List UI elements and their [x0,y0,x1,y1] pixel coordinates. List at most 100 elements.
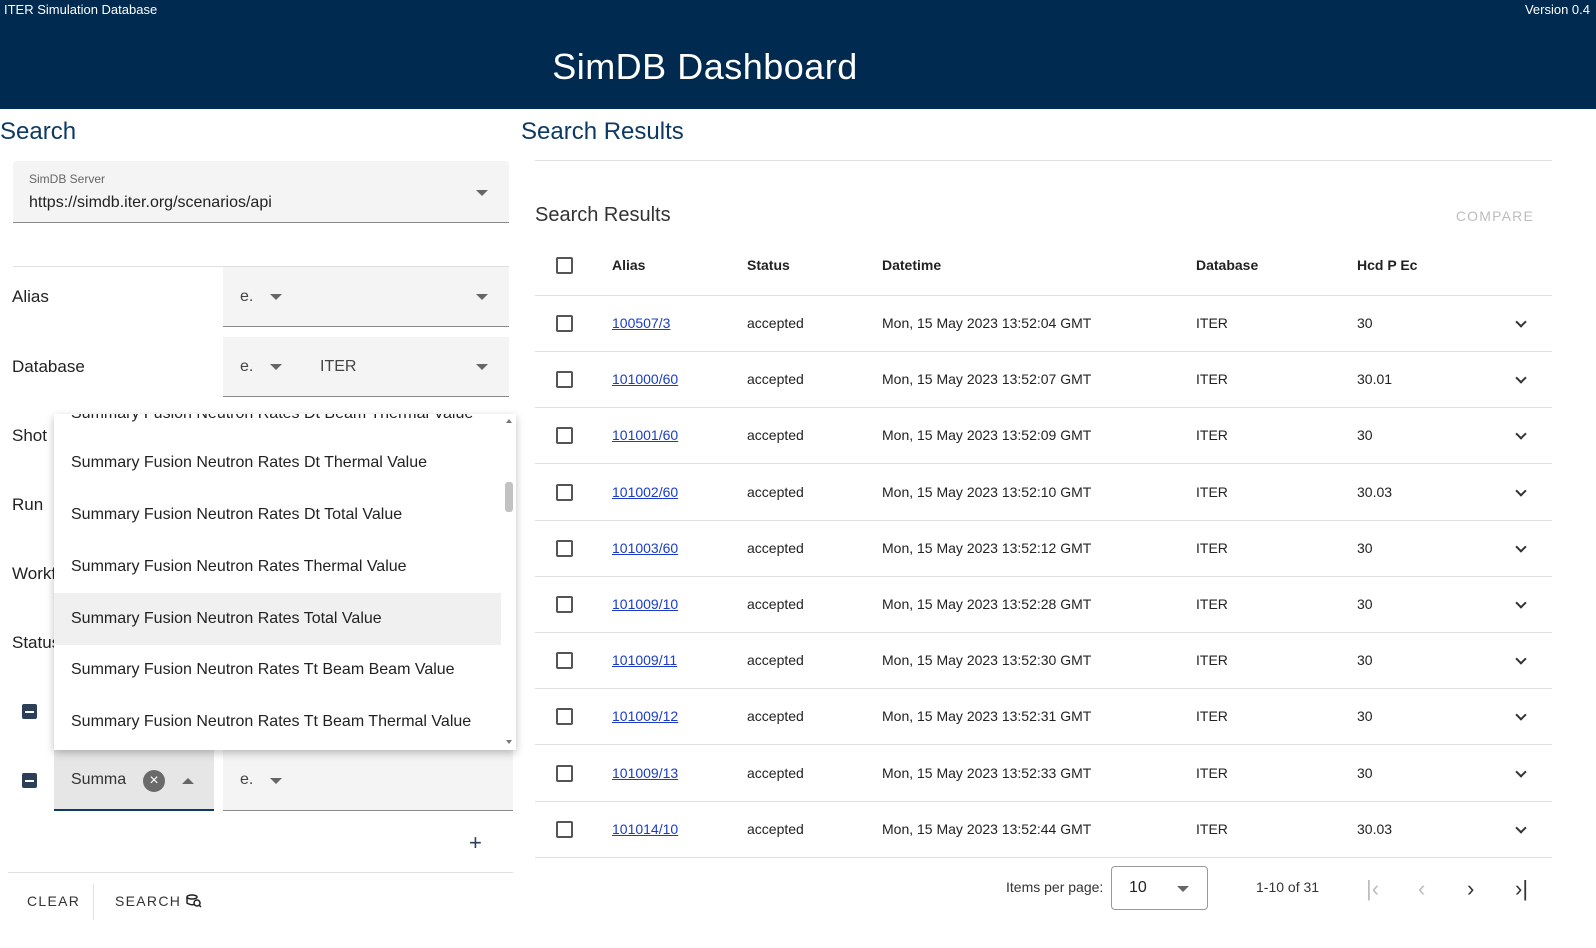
custom-field-operator[interactable]: e. [240,771,253,789]
scroll-thumb[interactable] [505,482,513,512]
status-cell: accepted [747,484,804,500]
row-checkbox[interactable] [556,596,573,613]
row-checkbox[interactable] [556,540,573,557]
clear-button[interactable]: CLEAR [27,893,80,909]
expand-chevron-icon[interactable] [1515,372,1527,384]
table-row[interactable]: 101009/11 accepted Mon, 15 May 2023 13:52:… [535,633,1552,689]
table-row[interactable]: 100507/3 accepted Mon, 15 May 2023 13:52:0… [535,296,1552,352]
chevron-down-icon[interactable] [476,364,488,370]
expand-chevron-icon[interactable] [1515,653,1527,665]
alias-filter: e. [223,267,509,327]
expand-chevron-icon[interactable] [1515,766,1527,778]
table-row[interactable]: 101003/60 accepted Mon, 15 May 2023 13:52:… [535,521,1552,577]
table-row[interactable]: 101009/12 accepted Mon, 15 May 2023 13:52:… [535,689,1552,745]
first-page-icon[interactable]: |‹ [1366,876,1379,902]
dropdown-option[interactable]: Summary Fusion Neutron Rates Tt Beam Bea… [54,644,501,696]
chevron-down-icon[interactable] [270,294,282,300]
chevron-down-icon[interactable] [476,294,488,300]
status-cell: accepted [747,821,804,837]
row-checkbox[interactable] [556,652,573,669]
dropdown-option[interactable]: Summary Fusion Neutron Rates Dt Thermal … [54,437,501,489]
results-card-title: Search Results [535,204,671,226]
database-operator[interactable]: e. [240,358,253,376]
expand-chevron-icon[interactable] [1515,709,1527,721]
row-checkbox[interactable] [556,484,573,501]
alias-link[interactable]: 101009/12 [612,708,678,724]
org-name: ITER Simulation Database [4,2,158,17]
alias-link[interactable]: 101014/10 [612,821,678,837]
table-row[interactable]: 101014/10 accepted Mon, 15 May 2023 13:52:… [535,802,1552,858]
database-cell: ITER [1196,652,1228,668]
database-value[interactable]: ITER [320,358,356,376]
alias-cell: 101000/60 [612,371,678,387]
dropdown-scrollbar[interactable] [502,414,516,750]
database-cell: ITER [1196,821,1228,837]
database-cell: ITER [1196,765,1228,781]
custom-field-input[interactable]: Summa × [54,750,214,811]
datetime-cell: Mon, 15 May 2023 13:52:10 GMT [882,484,1092,500]
expand-chevron-icon[interactable] [1515,485,1527,497]
search-button-label: SEARCH [115,893,182,909]
items-per-page-select[interactable]: 10 [1111,866,1208,910]
alias-link[interactable]: 101000/60 [612,371,678,387]
remove-filter-icon[interactable] [22,773,37,788]
clear-icon[interactable]: × [143,770,165,792]
expand-chevron-icon[interactable] [1515,541,1527,553]
expand-chevron-icon[interactable] [1515,428,1527,440]
column-header[interactable]: Datetime [882,257,941,273]
server-select[interactable]: SimDB Server https://simdb.iter.org/scen… [13,161,509,223]
table-row[interactable]: 101000/60 accepted Mon, 15 May 2023 13:52:… [535,352,1552,408]
dropdown-option[interactable]: Summary Fusion Neutron Rates Thermal Val… [54,541,501,593]
compare-button[interactable]: COMPARE [1456,208,1534,224]
status-cell: accepted [747,765,804,781]
divider [535,160,1552,161]
expand-chevron-icon[interactable] [1515,597,1527,609]
remove-filter-icon[interactable] [22,704,37,719]
database-label: Database [12,357,85,376]
add-filter-button[interactable]: + [469,830,482,856]
field-options-dropdown[interactable]: Summary Fusion Neutron Rates Dt Beam The… [54,414,516,750]
alias-link[interactable]: 101001/60 [612,427,678,443]
row-checkbox[interactable] [556,708,573,725]
scroll-down-icon[interactable] [506,740,512,744]
shot-label: Shot [12,426,47,445]
dropdown-option[interactable]: Summary Fusion Neutron Rates Tt Beam The… [54,696,501,748]
chevron-up-icon[interactable] [182,778,194,784]
table-row[interactable]: 101009/13 accepted Mon, 15 May 2023 13:52:… [535,746,1552,802]
table-row[interactable]: 101009/10 accepted Mon, 15 May 2023 13:52:… [535,577,1552,633]
alias-link[interactable]: 101003/60 [612,540,678,556]
hcd-cell: 30 [1357,540,1373,556]
alias-link[interactable]: 100507/3 [612,315,670,331]
scroll-up-icon[interactable] [506,419,512,423]
previous-page-icon[interactable]: ‹ [1418,876,1425,902]
column-header[interactable]: Status [747,257,790,273]
column-header[interactable]: Database [1196,257,1258,273]
alias-link[interactable]: 101009/10 [612,596,678,612]
chevron-down-icon[interactable] [270,778,282,784]
last-page-icon[interactable]: ›| [1515,876,1528,902]
alias-link[interactable]: 101002/60 [612,484,678,500]
search-button[interactable]: SEARCH [115,893,202,909]
table-row[interactable]: 101001/60 accepted Mon, 15 May 2023 13:52:… [535,408,1552,464]
expand-chevron-icon[interactable] [1515,822,1527,834]
column-header[interactable]: Hcd P Ec [1357,257,1417,273]
hcd-cell: 30.01 [1357,371,1393,387]
column-header[interactable]: Alias [612,257,645,273]
alias-link[interactable]: 101009/11 [612,652,677,668]
alias-operator[interactable]: e. [240,288,253,306]
chevron-down-icon[interactable] [270,364,282,370]
row-checkbox[interactable] [556,765,573,782]
next-page-icon[interactable]: › [1467,876,1474,902]
dropdown-option[interactable]: Summary Fusion Neutron Rates Total Value [54,593,501,645]
select-all-checkbox[interactable] [556,257,573,274]
expand-chevron-icon[interactable] [1515,316,1527,328]
alias-link[interactable]: 101009/13 [612,765,678,781]
datetime-cell: Mon, 15 May 2023 13:52:04 GMT [882,315,1092,331]
datetime-cell: Mon, 15 May 2023 13:52:44 GMT [882,821,1092,837]
dropdown-option[interactable]: Summary Fusion Neutron Rates Dt Total Va… [54,489,501,541]
row-checkbox[interactable] [556,427,573,444]
table-row[interactable]: 101002/60 accepted Mon, 15 May 2023 13:52:… [535,465,1552,521]
row-checkbox[interactable] [556,315,573,332]
row-checkbox[interactable] [556,821,573,838]
row-checkbox[interactable] [556,371,573,388]
